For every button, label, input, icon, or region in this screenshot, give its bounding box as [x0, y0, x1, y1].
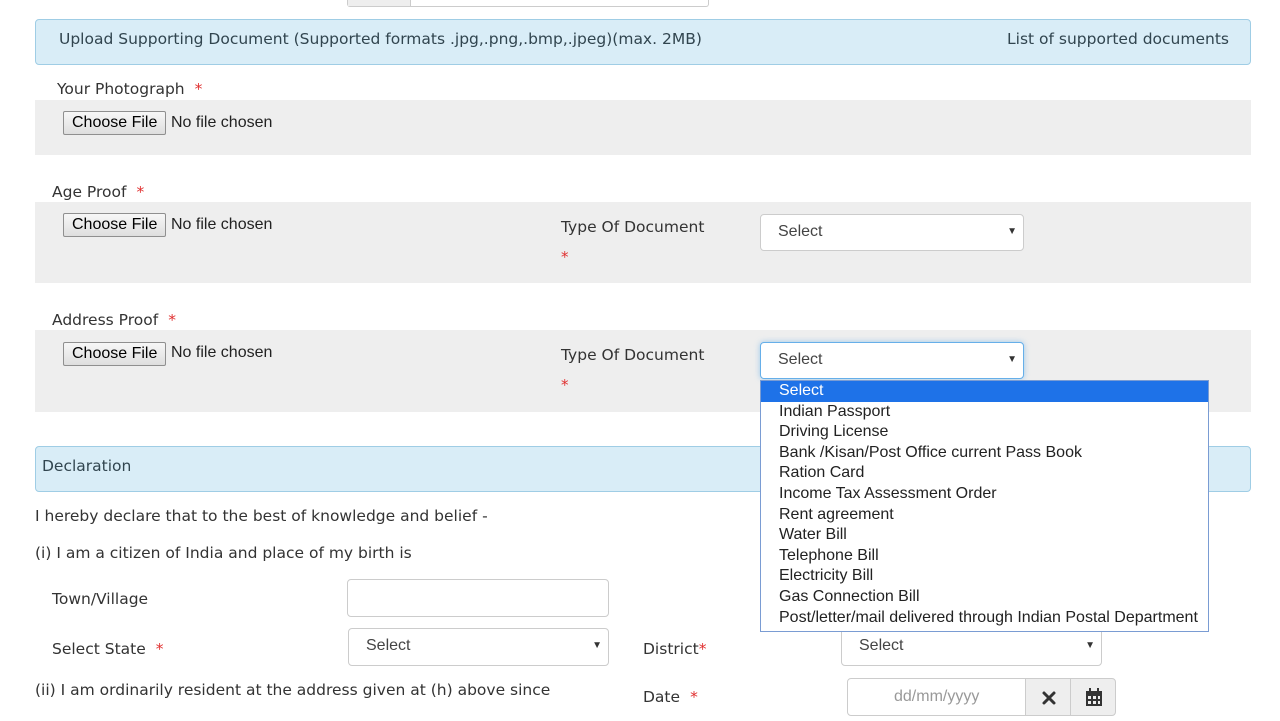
select-value: Select — [778, 351, 823, 368]
address-proof-label: Address Proof * — [52, 311, 176, 329]
select-value: Select — [778, 223, 823, 240]
photograph-label: Your Photograph * — [57, 80, 203, 98]
dropdown-option[interactable]: Gas Connection Bill — [761, 587, 1208, 608]
state-select[interactable]: Select ▼ — [348, 628, 609, 666]
required-marker: * — [136, 183, 145, 201]
age-proof-type-label: Type Of Document — [561, 218, 705, 236]
required-marker: * — [698, 640, 707, 658]
dropdown-option[interactable]: Driving License — [761, 422, 1208, 443]
previous-input-fragment — [347, 0, 709, 7]
chevron-down-icon: ▼ — [1007, 354, 1017, 365]
address-proof-type-select[interactable]: Select ▼ — [760, 342, 1024, 379]
dropdown-option[interactable]: Bank /Kisan/Post Office current Pass Boo… — [761, 443, 1208, 464]
upload-panel-title: Upload Supporting Document (Supported fo… — [59, 30, 702, 48]
district-select[interactable]: Select ▼ — [841, 628, 1102, 666]
required-marker: * — [690, 688, 698, 706]
clear-date-button[interactable] — [1025, 678, 1071, 716]
required-marker: * — [194, 80, 203, 98]
supported-documents-link[interactable]: List of supported documents — [1007, 30, 1229, 48]
town-village-label: Town/Village — [52, 590, 149, 608]
declaration-intro: I hereby declare that to the best of kno… — [35, 507, 488, 525]
dropdown-option[interactable]: Rent agreement — [761, 505, 1208, 526]
dropdown-option[interactable]: Telephone Bill — [761, 546, 1208, 567]
dropdown-option[interactable]: Water Bill — [761, 525, 1208, 546]
declaration-title: Declaration — [42, 457, 132, 475]
address-proof-file-status: No file chosen — [171, 344, 273, 361]
photograph-row: Choose File No file chosen — [35, 100, 1251, 155]
district-label: District* — [643, 640, 707, 658]
chevron-down-icon: ▼ — [1007, 226, 1017, 237]
required-marker: * — [561, 376, 569, 394]
age-proof-row: Choose File No file chosen Type Of Docum… — [35, 202, 1251, 283]
address-proof-type-label: Type Of Document — [561, 346, 705, 364]
photograph-file-status: No file chosen — [171, 114, 273, 131]
chevron-down-icon: ▼ — [592, 640, 602, 651]
date-label: Date * — [643, 688, 698, 706]
photograph-choose-file-button[interactable]: Choose File — [63, 111, 167, 135]
dropdown-option[interactable]: Select — [761, 381, 1208, 402]
date-placeholder: dd/mm/yyyy — [894, 688, 980, 705]
required-marker: * — [168, 311, 176, 329]
calendar-button[interactable] — [1070, 678, 1116, 716]
select-state-label: Select State * — [52, 640, 164, 658]
town-village-input[interactable] — [347, 579, 609, 617]
dropdown-option[interactable]: Income Tax Assessment Order — [761, 484, 1208, 505]
chevron-down-icon: ▼ — [1085, 640, 1095, 651]
date-input[interactable]: dd/mm/yyyy — [847, 678, 1026, 716]
dropdown-option[interactable]: Ration Card — [761, 463, 1208, 484]
resident-statement: (ii) I am ordinarily resident at the add… — [35, 681, 551, 699]
citizen-statement: (i) I am a citizen of India and place of… — [35, 544, 412, 562]
dropdown-option[interactable]: Electricity Bill — [761, 566, 1208, 587]
dropdown-option[interactable]: Post/letter/mail delivered through India… — [761, 608, 1208, 629]
age-proof-label: Age Proof * — [52, 183, 145, 201]
dropdown-option[interactable]: Indian Passport — [761, 402, 1208, 423]
close-icon — [1042, 691, 1056, 705]
address-proof-choose-file-button[interactable]: Choose File — [63, 342, 167, 366]
required-marker: * — [561, 248, 569, 266]
required-marker: * — [155, 640, 164, 658]
age-proof-file-status: No file chosen — [171, 216, 273, 233]
age-proof-choose-file-button[interactable]: Choose File — [63, 213, 167, 237]
select-value: Select — [366, 637, 411, 654]
age-proof-type-select[interactable]: Select ▼ — [760, 214, 1024, 251]
calendar-icon — [1086, 688, 1102, 706]
select-value: Select — [859, 637, 904, 654]
address-proof-options-list: Select Indian Passport Driving License B… — [760, 380, 1209, 632]
upload-panel-header: Upload Supporting Document (Supported fo… — [35, 19, 1251, 65]
